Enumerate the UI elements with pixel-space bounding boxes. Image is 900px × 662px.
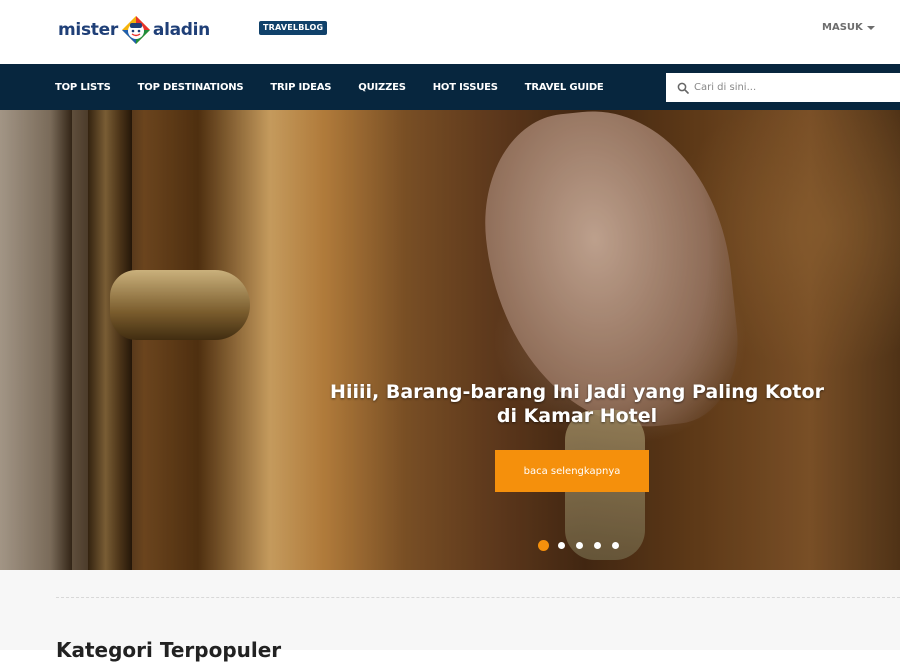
content-area: Kategori Terpopuler	[0, 570, 900, 662]
logo-word-left: mister	[58, 20, 118, 40]
read-more-button[interactable]: baca selengkapnya	[495, 450, 649, 492]
search-box	[666, 73, 900, 102]
section-divider	[56, 597, 900, 598]
nav-item-trip-ideas[interactable]: TRIP IDEAS	[270, 82, 331, 93]
travelblog-badge[interactable]: TRAVELBLOG	[259, 21, 328, 35]
caret-down-icon	[866, 25, 875, 30]
login-label: MASUK	[822, 22, 863, 33]
nav-item-hot-issues[interactable]: HOT ISSUES	[433, 82, 498, 93]
nav-item-top-lists[interactable]: TOP LISTS	[55, 82, 111, 93]
slider-dot-3[interactable]	[576, 542, 583, 549]
hero-overlay	[0, 110, 900, 570]
hero-slider: Hiiii, Barang-barang Ini Jadi yang Palin…	[0, 110, 900, 570]
search-icon[interactable]	[677, 82, 689, 94]
nav-item-quizzes[interactable]: QUIZZES	[358, 82, 406, 93]
search-input[interactable]	[694, 74, 894, 101]
slider-dot-2[interactable]	[558, 542, 565, 549]
nav-item-top-destinations[interactable]: TOP DESTINATIONS	[138, 82, 244, 93]
slider-dot-4[interactable]	[594, 542, 601, 549]
nav-menu: TOP LISTS TOP DESTINATIONS TRIP IDEAS QU…	[55, 64, 631, 110]
slider-dot-5[interactable]	[612, 542, 619, 549]
site-header: mister aladin TRAVELBLOG MASUK	[0, 0, 900, 64]
nav-item-travel-guide[interactable]: TRAVEL GUIDE	[525, 82, 604, 93]
login-dropdown[interactable]: MASUK	[822, 22, 875, 33]
hero-title[interactable]: Hiiii, Barang-barang Ini Jadi yang Palin…	[330, 380, 824, 428]
logo-word-right: aladin	[152, 20, 210, 40]
logo-mascot-icon	[121, 15, 151, 45]
site-logo[interactable]: mister aladin	[58, 12, 210, 48]
slider-dot-1[interactable]	[538, 540, 549, 551]
slider-pagination	[538, 540, 630, 551]
section-title: Kategori Terpopuler	[56, 638, 282, 662]
